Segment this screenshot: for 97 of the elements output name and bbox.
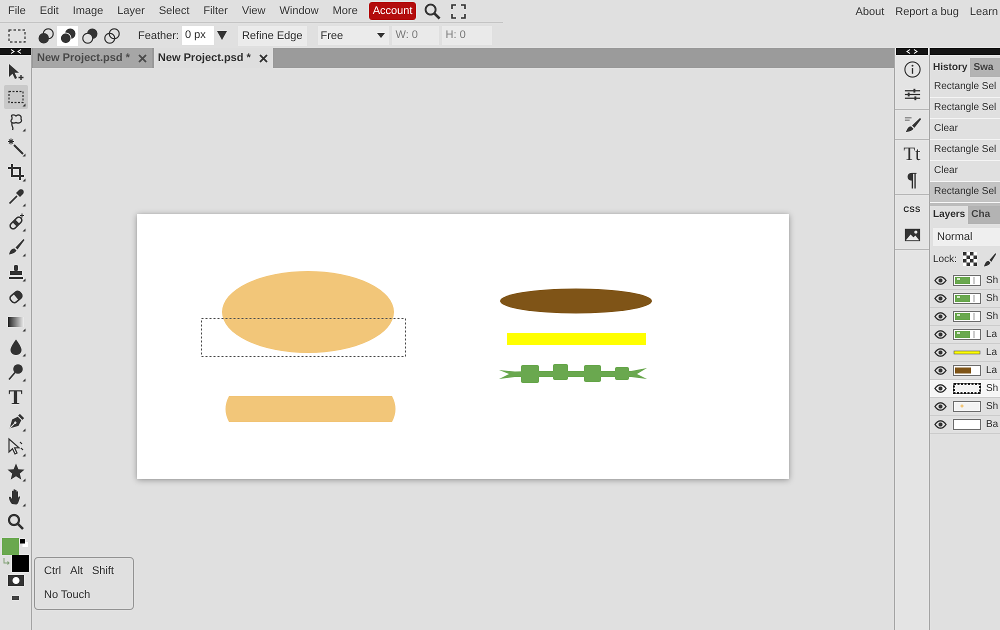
menu-item[interactable]: Select (158, 5, 190, 17)
magic-wand-icon (6, 137, 26, 157)
document-tab[interactable]: New Project.psd * (33, 48, 152, 68)
selection-mode-button[interactable] (101, 26, 122, 46)
chevrons-icon[interactable] (906, 49, 918, 54)
menu-item[interactable]: Image (72, 5, 104, 17)
layer-row[interactable]: Sh (930, 290, 1000, 308)
menu-item[interactable]: Filter (203, 5, 228, 17)
overlapping-circles-icon (36, 26, 54, 44)
touch-mode-toggle[interactable]: No Touch (44, 588, 90, 602)
selection-mode-button[interactable] (79, 26, 100, 46)
overlapping-circles-icon (102, 26, 120, 44)
panel-button[interactable]: Tt (897, 142, 927, 167)
layer-thumbnail (953, 293, 981, 304)
modifier-key[interactable]: Ctrl (44, 564, 62, 578)
dashed-rectangle-icon[interactable] (8, 28, 26, 42)
layer-thumbnail (953, 311, 981, 322)
eye-icon[interactable] (934, 366, 947, 375)
eye-icon[interactable] (934, 348, 947, 357)
crop-icon (6, 162, 26, 182)
lock-label: Lock: (933, 254, 957, 264)
feather-label: Feather: (138, 30, 179, 42)
layer-name: Ba (986, 419, 998, 430)
tool-button[interactable]: T (4, 385, 28, 409)
layer-row[interactable]: Sh (930, 398, 1000, 416)
menu-item[interactable]: More (332, 5, 358, 17)
menu-item[interactable]: View (242, 5, 266, 17)
layer-name: Sh (986, 383, 998, 394)
feather-field[interactable]: 0 px (182, 26, 214, 45)
history-item[interactable]: Rectangle Sel (930, 182, 1000, 203)
layer-row[interactable]: Ba (930, 416, 1000, 434)
style-dropdown[interactable]: Free (318, 26, 389, 45)
layer-thumbnail (953, 401, 981, 412)
circle-in-square-icon[interactable] (8, 575, 24, 586)
star-icon (6, 462, 26, 482)
fullscreen-icon[interactable] (451, 4, 466, 18)
eye-icon[interactable] (934, 312, 947, 321)
eye-icon[interactable] (934, 294, 947, 303)
eye-icon[interactable] (934, 276, 947, 285)
zoom-icon (6, 512, 26, 532)
layer-thumbnail (953, 275, 981, 286)
account-button[interactable]: Account (368, 2, 416, 20)
layer-row[interactable]: Sh (930, 380, 1000, 398)
panel-tab[interactable]: Swa (970, 58, 1000, 77)
modifier-key[interactable]: Shift (92, 564, 114, 578)
menu-item[interactable]: Edit (40, 5, 59, 17)
layer-thumbnail (953, 329, 981, 340)
panel-grip-bar (930, 48, 1000, 55)
menu-link[interactable]: Learn (970, 6, 998, 18)
foreground-color-swatch[interactable] (2, 538, 19, 555)
refine-edge-button[interactable]: Refine Edge (238, 26, 307, 46)
selection-mode-button[interactable] (57, 26, 78, 46)
eye-icon[interactable] (934, 420, 947, 429)
layer-row[interactable]: La (930, 326, 1000, 344)
blend-mode-dropdown[interactable]: Normal (933, 228, 1000, 246)
menu-item[interactable]: Layer (117, 5, 145, 17)
layer-thumbnail (953, 383, 981, 394)
layer-name: La (986, 365, 998, 376)
layer-name: Sh (986, 293, 998, 304)
arrow-outline-icon (6, 437, 26, 457)
lollipop-icon (6, 362, 26, 382)
layer-name: La (986, 329, 998, 340)
tool-button[interactable] (4, 85, 28, 109)
search-icon[interactable] (424, 2, 442, 20)
document-tab[interactable]: New Project.psd * (154, 48, 273, 68)
color-squares-icon[interactable] (20, 539, 28, 547)
layer-name: Sh (986, 311, 998, 322)
layer-row[interactable]: La (930, 344, 1000, 362)
modifier-key[interactable]: Alt (70, 564, 83, 578)
menu-link[interactable]: About (856, 6, 884, 18)
caret-icon[interactable] (216, 31, 227, 40)
panel-button[interactable]: CSS (897, 197, 927, 222)
layer-name: La (986, 347, 998, 358)
layer-thumbnail (953, 365, 981, 376)
menu-link[interactable]: Report a bug (895, 6, 959, 18)
background-color-swatch[interactable] (12, 555, 29, 572)
chevrons-icon[interactable] (10, 49, 22, 54)
overlapping-circles-icon (58, 26, 76, 44)
eye-icon[interactable] (934, 402, 947, 411)
layer-name: Sh (986, 401, 998, 412)
menu-item[interactable]: Window (280, 5, 319, 17)
layer-name: Sh (986, 275, 998, 286)
layer-row[interactable]: Sh (930, 308, 1000, 326)
info-icon (902, 60, 922, 79)
brush-icon (902, 115, 922, 134)
panel-button[interactable]: ¶ (897, 167, 927, 192)
layer-thumbnail (953, 419, 981, 430)
panel-tab[interactable]: Cha (968, 206, 1000, 224)
brush-icon[interactable] (982, 252, 996, 266)
overlapping-circles-icon (80, 26, 98, 44)
caret-icon (376, 33, 385, 38)
layer-row[interactable]: Sh (930, 272, 1000, 290)
eye-icon[interactable] (934, 384, 947, 393)
checkerboard-icon[interactable] (962, 252, 977, 266)
close-icon[interactable] (258, 54, 268, 62)
eye-icon[interactable] (934, 330, 947, 339)
menu-item[interactable]: File (8, 5, 26, 17)
